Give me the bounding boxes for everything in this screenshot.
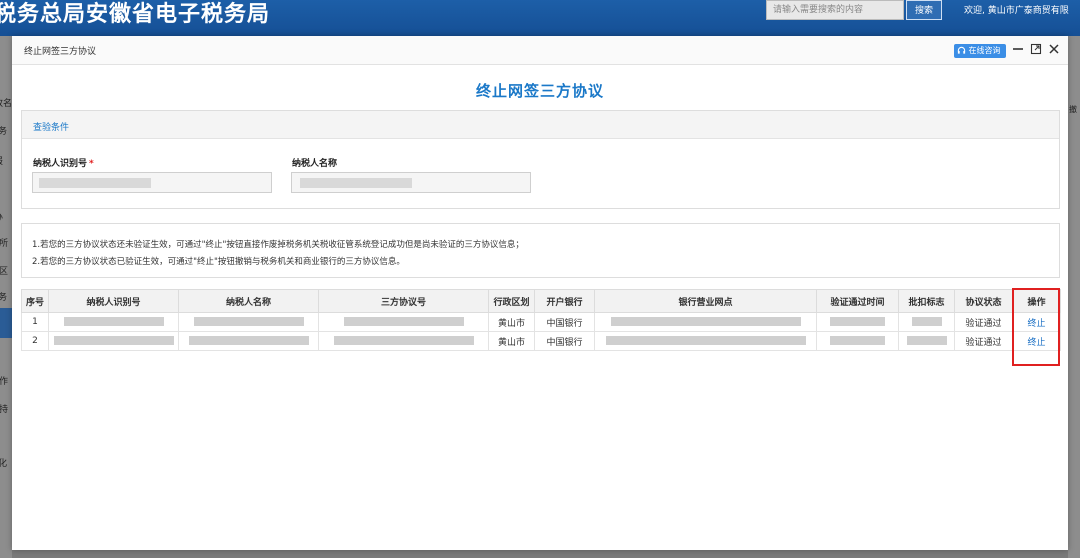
query-panel-header: 查验条件 (22, 111, 1059, 139)
page-title: 终止网签三方协议 (475, 82, 604, 100)
notice-box: 1.若您的三方协议状态还未验证生效，可通过"终止"按钮直接作废掉税务机关税收征管… (21, 223, 1060, 278)
sidebar-fragment: 支持 (0, 405, 9, 415)
column-header: 行政区划 (488, 289, 535, 313)
welcome-text: 欢迎, 黄山市广泰商贸有限 (964, 6, 1069, 16)
table-header-row: 序号 纳税人识别号 纳税人名称 三方协议号 行政区划 开户银行 银行营业网点 验… (21, 289, 1061, 313)
terminate-link[interactable]: 终止 (1027, 338, 1045, 348)
redacted-value (300, 178, 412, 188)
column-header: 银行营业网点 (594, 289, 817, 313)
sidebar-fragment: 务 (0, 293, 8, 303)
sidebar-active-item[interactable] (0, 308, 12, 338)
redacted-cell (594, 331, 817, 351)
redacted-cell (178, 331, 319, 351)
headset-icon (957, 46, 966, 54)
bank-cell: 中国银行 (534, 331, 595, 351)
online-consult-button[interactable]: 在线咨询 (954, 44, 1006, 58)
sidebar-fragment: 化 (0, 459, 8, 469)
region-cell: 黄山市 (488, 312, 535, 332)
query-panel-title: 查验条件 (33, 123, 70, 133)
modal-dialog: 终止网签三方协议 在线咨询 终止网签三方协议 查验条件 纳税人识别号 * 纳税人… (12, 36, 1068, 550)
redacted-cell (594, 312, 817, 332)
redacted-value (39, 178, 151, 188)
column-header: 批扣标志 (898, 289, 955, 313)
redacted-cell (48, 312, 179, 332)
redacted-cell (816, 312, 899, 332)
status-cell: 验证通过 (954, 331, 1013, 351)
site-header: 税务总局安徽省电子税务局 请输入需要搜索的内容 搜索 欢迎, 黄山市广泰商贸有限 (0, 0, 1080, 36)
taxpayer-id-input[interactable] (32, 172, 272, 193)
column-header: 操作 (1012, 289, 1061, 313)
sidebar-fragment: 改名 (0, 99, 12, 109)
minimize-icon[interactable] (1012, 43, 1024, 55)
column-header: 序号 (21, 289, 49, 313)
modal-title-bar: 终止网签三方协议 在线咨询 (12, 36, 1068, 65)
action-cell: 终止 (1012, 331, 1061, 351)
sidebar-fragment: 操作 (0, 377, 9, 387)
right-background: 撤 (1068, 36, 1080, 558)
search-button[interactable]: 搜索 (906, 0, 942, 20)
right-fragment: 撤 (1069, 105, 1077, 114)
row-number: 2 (21, 331, 49, 351)
query-panel: 查验条件 纳税人识别号 * 纳税人名称 (21, 110, 1060, 209)
notice-line: 2.若您的三方协议状态已验证生效，可通过"终止"按钮撤销与税务机关和商业银行的三… (32, 257, 405, 267)
required-mark: * (89, 159, 94, 169)
column-header: 验证通过时间 (816, 289, 899, 313)
redacted-cell (178, 312, 319, 332)
sidebar-fragment: 服所 (0, 239, 9, 249)
sidebar-fragment: 户区 (0, 267, 9, 277)
sidebar-background: 改名 务 报 办 服所 户区 务 操作 支持 化 (0, 36, 12, 558)
redacted-cell (318, 312, 489, 332)
agreement-table: 序号 纳税人识别号 纳税人名称 三方协议号 行政区划 开户银行 银行营业网点 验… (21, 289, 1061, 351)
redacted-cell (816, 331, 899, 351)
modal-window-title: 终止网签三方协议 (24, 47, 97, 57)
column-header: 开户银行 (534, 289, 595, 313)
redacted-cell (48, 331, 179, 351)
row-number: 1 (21, 312, 49, 332)
action-cell: 终止 (1012, 312, 1061, 332)
sidebar-fragment: 报 (0, 154, 3, 167)
close-icon[interactable] (1048, 43, 1060, 55)
redacted-cell (898, 331, 955, 351)
column-header: 协议状态 (954, 289, 1013, 313)
region-cell: 黄山市 (488, 331, 535, 351)
table-row: 1 黄山市 中国银行 验证通过 终止 (21, 312, 1061, 332)
taxpayer-id-label: 纳税人识别号 * (33, 156, 94, 169)
online-consult-label: 在线咨询 (968, 46, 1001, 55)
bank-cell: 中国银行 (534, 312, 595, 332)
column-header: 纳税人名称 (178, 289, 319, 313)
column-header: 纳税人识别号 (48, 289, 179, 313)
terminate-link[interactable]: 终止 (1027, 319, 1045, 329)
redacted-cell (898, 312, 955, 332)
sidebar-fragment: 务 (0, 127, 8, 137)
table-row: 2 黄山市 中国银行 验证通过 终止 (21, 331, 1061, 351)
taxpayer-name-label: 纳税人名称 (292, 159, 338, 169)
maximize-icon[interactable] (1030, 43, 1042, 55)
search-input[interactable]: 请输入需要搜索的内容 (766, 0, 904, 20)
redacted-cell (318, 331, 489, 351)
taxpayer-name-input[interactable] (291, 172, 531, 193)
status-cell: 验证通过 (954, 312, 1013, 332)
site-title: 税务总局安徽省电子税务局 (0, 2, 271, 27)
taxpayer-id-label-text: 纳税人识别号 (33, 159, 88, 169)
notice-line: 1.若您的三方协议状态还未验证生效，可通过"终止"按钮直接作废掉税务机关税收征管… (32, 240, 524, 250)
sidebar-fragment: 办 (0, 210, 3, 223)
column-header: 三方协议号 (318, 289, 489, 313)
